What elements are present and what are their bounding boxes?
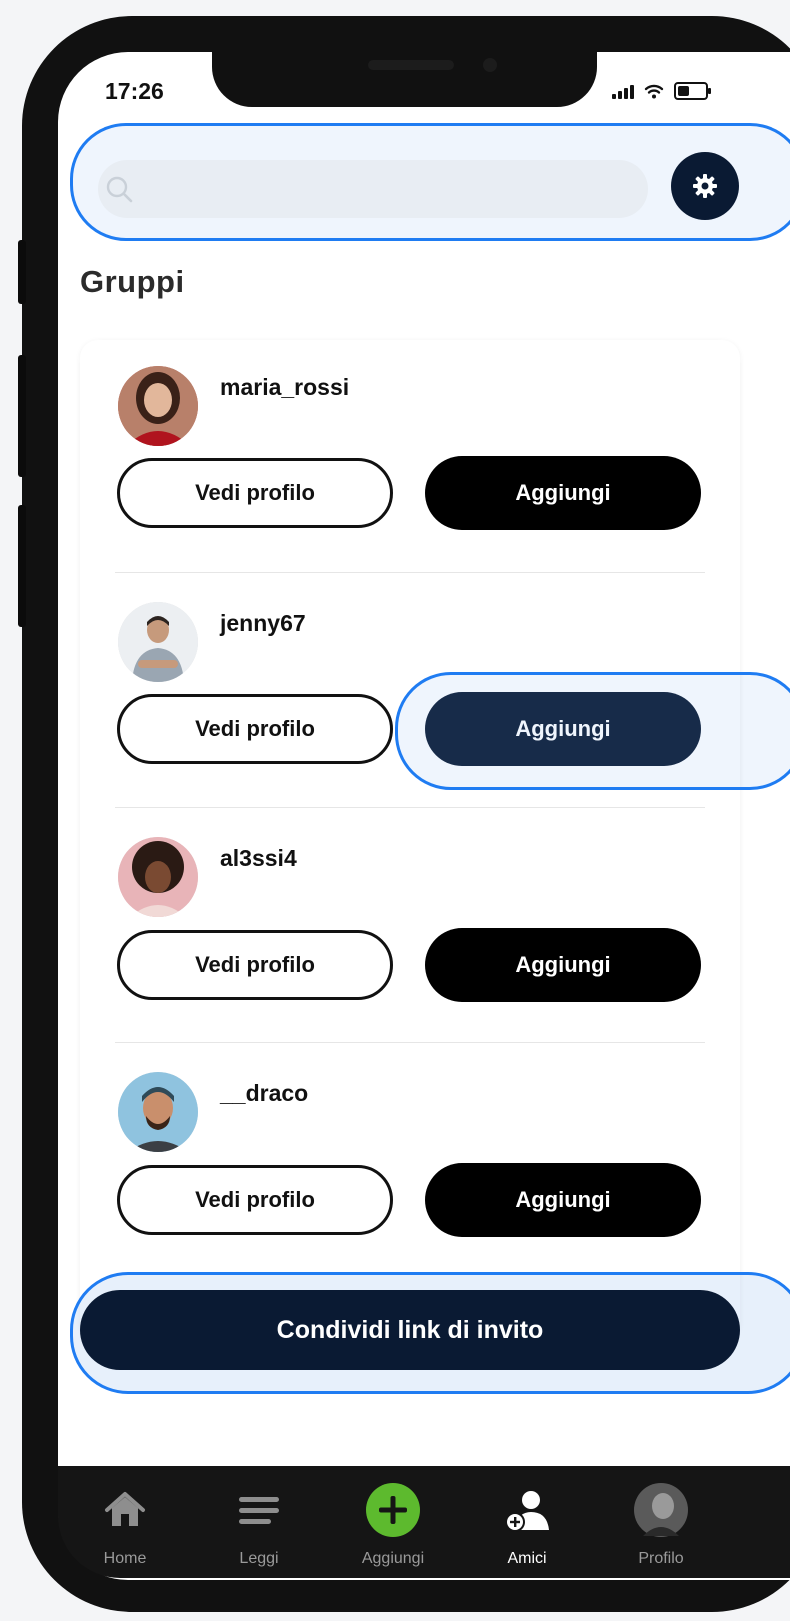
- tab-label: Home: [103, 1550, 147, 1567]
- add-friend-button[interactable]: Aggiungi: [425, 456, 701, 530]
- tab-label: Aggiungi: [361, 1550, 425, 1567]
- view-profile-button[interactable]: Vedi profilo: [117, 1165, 393, 1235]
- status-icons: [612, 82, 711, 100]
- highlight-add-button: [395, 672, 790, 790]
- battery-icon: [674, 82, 711, 100]
- gear-icon: [693, 174, 717, 198]
- view-profile-button[interactable]: Vedi profilo: [117, 458, 393, 528]
- mute-switch: [18, 240, 26, 304]
- tab-label: Amici: [507, 1550, 547, 1567]
- speaker: [368, 60, 454, 70]
- view-profile-button[interactable]: Vedi profilo: [117, 694, 393, 764]
- tab-label: Profilo: [638, 1550, 684, 1567]
- username: jenny67: [220, 610, 306, 636]
- cellular-signal-icon: [612, 83, 634, 99]
- username: maria_rossi: [220, 374, 350, 400]
- settings-button[interactable]: [671, 152, 739, 220]
- view-profile-button[interactable]: Vedi profilo: [117, 930, 393, 1000]
- search-input[interactable]: [98, 160, 648, 218]
- tab-home[interactable]: Home: [58, 1466, 192, 1578]
- tab-add[interactable]: Aggiungi: [326, 1466, 460, 1578]
- tab-bar: Home Leggi Aggiungi Amici Profilo: [58, 1466, 790, 1578]
- avatar: [118, 366, 198, 446]
- share-invite-link-button[interactable]: Condividi link di invito: [80, 1290, 740, 1370]
- avatar: [118, 837, 198, 917]
- add-friend-icon: [505, 1491, 549, 1532]
- tab-friends[interactable]: Amici: [460, 1466, 594, 1578]
- tab-read[interactable]: Leggi: [192, 1466, 326, 1578]
- divider: [115, 807, 705, 808]
- plus-icon: [366, 1483, 420, 1537]
- suggested-users-card: maria_rossi Vedi profilo Aggiungi jenny6…: [80, 340, 740, 1340]
- search-icon: [106, 176, 133, 203]
- status-time: 17:26: [105, 78, 164, 104]
- username: __draco: [220, 1080, 309, 1106]
- divider: [115, 1042, 705, 1043]
- home-icon: [105, 1492, 145, 1526]
- add-friend-button[interactable]: Aggiungi: [425, 1163, 701, 1237]
- front-camera: [483, 58, 497, 72]
- section-title: Gruppi: [80, 264, 185, 299]
- wifi-icon: [644, 84, 664, 99]
- tab-label: Leggi: [239, 1550, 279, 1567]
- username: al3ssi4: [220, 845, 297, 871]
- tab-profile[interactable]: Profilo: [594, 1466, 728, 1578]
- menu-icon: [239, 1497, 279, 1524]
- add-friend-button[interactable]: Aggiungi: [425, 928, 701, 1002]
- volume-up-button: [18, 355, 26, 477]
- volume-down-button: [18, 505, 26, 627]
- profile-avatar: [634, 1483, 688, 1537]
- avatar: [118, 602, 198, 682]
- avatar: [118, 1072, 198, 1152]
- divider: [115, 572, 705, 573]
